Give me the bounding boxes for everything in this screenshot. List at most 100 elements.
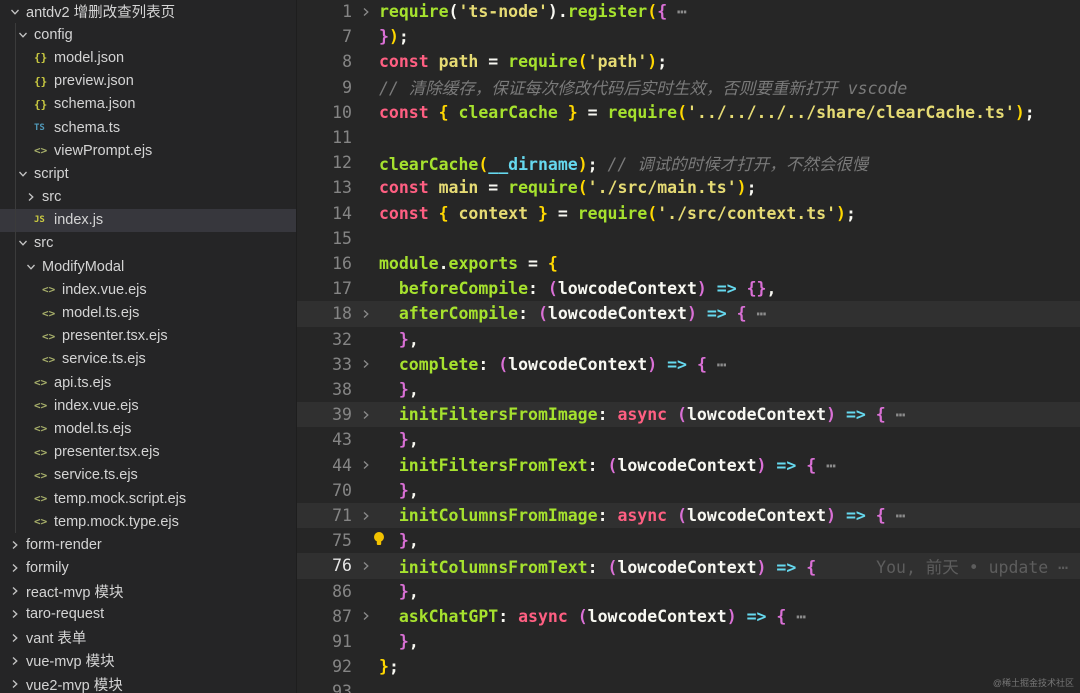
code-editor[interactable]: 93 92}; 91 }, 87 askChatGPT: async (lowcode… xyxy=(297,0,1080,693)
tree-file[interactable]: <> model.ts.ejs xyxy=(0,417,296,441)
code-line[interactable]: 71 initColumnsFromImage: async (lowcodeC… xyxy=(297,503,1080,529)
code-token: => xyxy=(776,455,797,475)
code-token: . xyxy=(438,254,449,274)
code-line[interactable]: 17 beforeCompile: (lowcodeContext) => {}… xyxy=(297,276,1080,301)
code-token: ) xyxy=(1014,102,1025,122)
tree-file[interactable]: <> model.ts.ejs xyxy=(0,301,296,325)
fold-chevron-icon[interactable] xyxy=(352,309,379,319)
code-token: lowcodeContext xyxy=(686,405,827,425)
code-text: }); xyxy=(379,27,409,46)
code-token: ( xyxy=(677,405,687,425)
code-token: { xyxy=(438,203,459,223)
code-line[interactable]: 18 afterCompile: (lowcodeContext) => { ⋯ xyxy=(297,301,1080,327)
code-token: ) xyxy=(388,27,399,47)
tree-file[interactable]: TS schema.ts xyxy=(0,115,296,140)
code-token: , xyxy=(408,581,419,601)
tree-file[interactable]: {} preview.json xyxy=(0,69,296,93)
code-text: initFiltersFromImage: async (lowcodeCont… xyxy=(379,405,906,424)
indent-guide xyxy=(15,115,16,140)
tree-file[interactable]: <> index.vue.ejs xyxy=(0,278,296,302)
indent-guide xyxy=(15,69,16,93)
tree-folder[interactable]: taro-request xyxy=(0,603,296,626)
code-token: initFiltersFromImage xyxy=(398,405,598,425)
code-line[interactable]: 38 }, xyxy=(297,377,1080,402)
code-token: } xyxy=(398,531,409,551)
lightbulb-icon[interactable] xyxy=(373,531,385,547)
code-line[interactable]: 75 }, xyxy=(297,528,1080,553)
tree-file[interactable]: <> service.ts.ejs xyxy=(0,347,296,371)
code-line[interactable]: 76 initColumnsFromText: (lowcodeContext)… xyxy=(297,553,1080,579)
code-token: => xyxy=(706,304,727,324)
code-token: async xyxy=(518,606,568,626)
code-line[interactable]: 43 }, xyxy=(297,427,1080,452)
code-line[interactable]: 86 }, xyxy=(297,579,1080,604)
tree-folder[interactable]: ModifyModal xyxy=(0,255,296,279)
tree-folder[interactable]: react-mvp 模块 xyxy=(0,580,296,603)
tree-item-label: index.vue.ejs xyxy=(54,397,139,414)
code-line[interactable]: 93 xyxy=(297,679,1080,693)
fold-chevron-icon[interactable] xyxy=(352,460,379,470)
code-line[interactable]: 10 const { clearCache } = require('../../… xyxy=(297,100,1080,125)
tree-file[interactable]: <> service.ts.ejs xyxy=(0,463,296,487)
code-line[interactable]: 1 require('ts-node').register({ ⋯ xyxy=(297,0,1080,24)
tree-file[interactable]: <> presenter.tsx.ejs xyxy=(0,324,296,348)
chevron-right-icon xyxy=(8,540,22,550)
tree-folder[interactable]: script xyxy=(0,162,296,186)
tree-folder[interactable]: vue2-mvp 模块 xyxy=(0,672,296,693)
tree-folder[interactable]: vue-mvp 模块 xyxy=(0,649,296,672)
fold-chevron-icon[interactable] xyxy=(352,611,379,621)
code-line[interactable]: 91 }, xyxy=(297,629,1080,654)
tree-file[interactable]: <> temp.mock.script.ejs xyxy=(0,486,296,511)
tree-folder[interactable]: vant 表单 xyxy=(0,626,296,649)
code-line[interactable]: 33 complete: (lowcodeContext) => { ⋯ xyxy=(297,352,1080,377)
fold-chevron-icon[interactable] xyxy=(352,561,379,571)
code-line[interactable]: 11 xyxy=(297,125,1080,150)
code-line[interactable]: 70 }, xyxy=(297,478,1080,503)
chevron-down-icon xyxy=(8,7,22,17)
tree-file[interactable]: <> api.ts.ejs xyxy=(0,371,296,395)
fold-chevron-icon[interactable] xyxy=(352,410,379,420)
code-line[interactable]: 13 const main = require('./src/main.ts'); xyxy=(297,175,1080,200)
code-line[interactable]: 39 initFiltersFromImage: async (lowcodeC… xyxy=(297,402,1080,428)
code-token: } xyxy=(379,27,389,47)
code-line[interactable]: 16 module.exports = { xyxy=(297,251,1080,276)
code-line[interactable]: 9 // 清除缓存，保证每次修改代码后实时生效，否则要重新打开 vscode xyxy=(297,75,1080,100)
tree-file[interactable]: JS index.js xyxy=(0,208,296,232)
code-line[interactable]: 92}; xyxy=(297,654,1080,679)
code-line[interactable]: 12 clearCache(__dirname); // 调试的时候才打开，不然会… xyxy=(297,150,1080,175)
fold-chevron-icon[interactable] xyxy=(352,511,379,521)
tree-file[interactable]: <> viewPrompt.ejs xyxy=(0,139,296,163)
code-token: ; xyxy=(398,27,409,47)
tree-item-label: index.vue.ejs xyxy=(62,281,147,298)
ejs-file-icon: <> xyxy=(42,306,56,320)
code-token: : xyxy=(597,405,618,425)
fold-chevron-icon[interactable] xyxy=(352,7,379,17)
fold-chevron-icon[interactable] xyxy=(352,359,379,369)
code-token: ( xyxy=(577,178,588,198)
tree-folder[interactable]: formily xyxy=(0,557,296,580)
tree-file[interactable]: <> temp.mock.type.ejs xyxy=(0,510,296,534)
code-line[interactable]: 87 askChatGPT: async (lowcodeContext) =>… xyxy=(297,604,1080,629)
ejs-file-icon: <> xyxy=(34,492,48,506)
code-line[interactable]: 7}); xyxy=(297,24,1080,49)
code-line[interactable]: 14 const { context } = require('./src/con… xyxy=(297,201,1080,226)
tree-folder[interactable]: form-render xyxy=(0,533,296,556)
tree-folder[interactable]: antdv2 增删改查列表页 xyxy=(0,0,296,23)
chevron-down-icon xyxy=(16,169,30,179)
code-line[interactable]: 32 }, xyxy=(297,327,1080,352)
tree-folder[interactable]: config xyxy=(0,23,296,47)
tree-folder[interactable]: src xyxy=(0,185,296,209)
line-number: 14 xyxy=(332,203,352,223)
tree-file[interactable]: {} schema.json xyxy=(0,92,296,116)
tree-file[interactable]: <> index.vue.ejs xyxy=(0,394,296,418)
code-line[interactable]: 8 const path = require('path'); xyxy=(297,49,1080,74)
tree-folder[interactable]: src xyxy=(0,231,296,256)
tree-file[interactable]: <> presenter.tsx.ejs xyxy=(0,440,296,464)
code-line[interactable]: 44 initFiltersFromText: (lowcodeContext)… xyxy=(297,453,1080,478)
code-token: , xyxy=(766,279,777,299)
tree-file[interactable]: {} model.json xyxy=(0,46,296,70)
code-line[interactable]: 15 xyxy=(297,226,1080,251)
code-token: => xyxy=(716,279,737,299)
